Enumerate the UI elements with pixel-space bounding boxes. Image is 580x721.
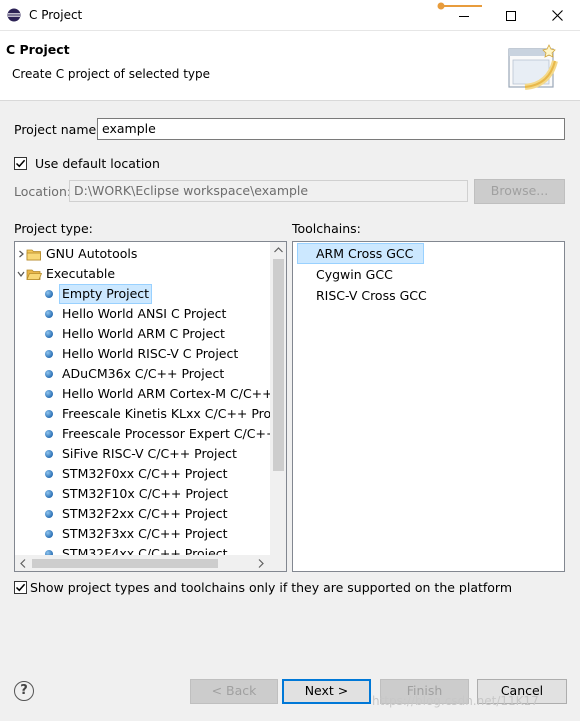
tree-item-label: Freescale Processor Expert C/C++ Project [62,426,286,441]
next-button[interactable]: Next > [282,679,371,704]
tree-item-label: Hello World RISC-V C Project [62,346,239,361]
toolchain-item[interactable]: ARM Cross GCC [297,243,424,264]
tree-item-label: STM32F3xx C/C++ Project [62,526,228,541]
location-input[interactable]: D:\WORK\Eclipse workspace\example [69,180,468,202]
project-type-icon [45,410,53,418]
tree-item-label: Hello World ARM Cortex-M C/C++ Project [62,386,286,401]
title-bar: C Project [0,0,580,31]
watermark-text: https://blog.csdn.net/11K17 [372,694,539,708]
page-description: Create C project of selected type [12,67,210,81]
project-type-icon [45,530,53,538]
maximize-button[interactable] [488,0,534,31]
tree-item-label: ADuCM36x C/C++ Project [62,366,225,381]
project-type-icon [45,430,53,438]
checkmark-icon [15,583,26,592]
project-type-icon [45,450,53,458]
use-default-location-checkbox[interactable] [14,157,27,170]
chevron-down-icon[interactable] [17,270,25,278]
chevron-right-icon[interactable] [17,250,25,258]
tree-item-label: Hello World ANSI C Project [62,306,227,321]
project-type-icon [45,470,53,478]
wizard-header: C Project Create C project of selected t… [0,31,580,101]
page-title: C Project [6,42,70,57]
location-label: Location: [14,184,72,199]
tree-item-label: Empty Project [59,284,153,304]
vertical-scrollbar[interactable] [270,242,286,555]
toolchains-list[interactable]: ARM Cross GCC Cygwin GCC RISC-V Cross GCC [292,241,565,572]
folder-icon [26,249,41,261]
scroll-left-icon [20,559,26,568]
help-icon[interactable]: ? [14,681,34,701]
tree-item-label: STM32F10x C/C++ Project [62,486,229,501]
vertical-scroll-thumb[interactable] [273,259,284,471]
eclipse-icon [7,8,21,22]
maximize-icon [506,10,516,21]
horizontal-scroll-thumb[interactable] [32,559,218,568]
new-project-wizard-icon [508,44,558,90]
checkmark-icon [15,159,26,168]
project-type-tree[interactable]: GNU Autotools Executable Empty Project Hell… [14,241,287,572]
project-type-icon [45,490,53,498]
project-type-icon [45,350,53,358]
toolchain-item[interactable]: Cygwin GCC [297,264,393,285]
use-default-location-label: Use default location [35,156,160,171]
wizard-body: Project name: example Use default locati… [0,101,580,721]
toolchains-label: Toolchains: [292,221,361,236]
project-type-icon [45,390,53,398]
project-type-icon [45,370,53,378]
scroll-up-icon [274,247,283,253]
project-name-label: Project name: [14,122,101,137]
project-type-icon [45,330,53,338]
show-supported-label: Show project types and toolchains only i… [30,580,513,595]
window-title: C Project [29,8,83,22]
minimize-icon [459,15,469,17]
close-button[interactable] [534,0,580,31]
project-name-input[interactable]: example [97,118,565,140]
close-icon [551,10,563,21]
folder-icon [26,269,42,280]
tree-item-label: STM32F2xx C/C++ Project [62,506,228,521]
project-type-icon [45,310,53,318]
project-type-label: Project type: [14,221,93,236]
tree-item-label: Hello World ARM C Project [62,326,225,341]
tree-item-label: STM32F0xx C/C++ Project [62,466,228,481]
tree-item-label: Freescale Kinetis KLxx C/C++ Project [62,406,287,421]
horizontal-scrollbar[interactable] [15,555,270,571]
tree-folder-label: Executable [46,266,116,281]
project-type-icon [45,290,53,298]
tree-item-label: SiFive RISC-V C/C++ Project [62,446,237,461]
browse-button[interactable]: Browse... [474,179,565,204]
scroll-corner [270,555,286,571]
scroll-right-icon [258,559,264,568]
toolchain-item[interactable]: RISC-V Cross GCC [297,285,427,306]
project-type-icon [45,510,53,518]
show-supported-checkbox[interactable] [14,581,27,594]
tree-folder-label: GNU Autotools [46,246,138,261]
minimize-button[interactable] [441,0,487,31]
back-button[interactable]: < Back [190,679,278,704]
